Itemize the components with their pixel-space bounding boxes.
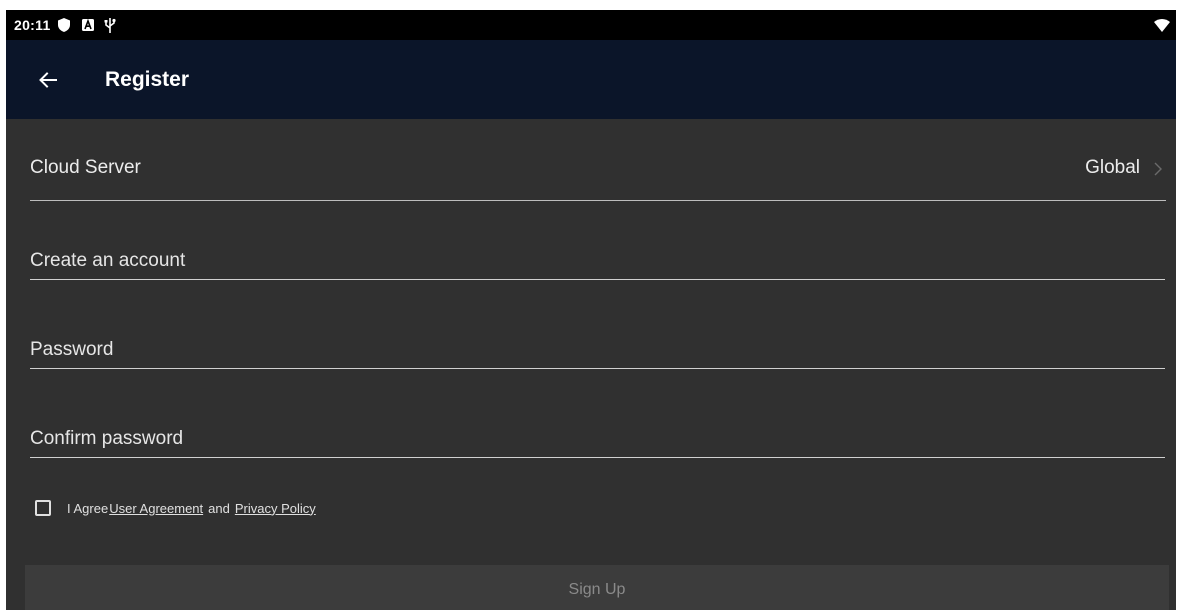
user-agreement-link[interactable]: User Agreement	[109, 501, 203, 516]
confirm-password-input[interactable]	[30, 421, 1165, 458]
app-bar: Register	[6, 40, 1176, 119]
usb-icon	[104, 17, 116, 33]
back-button[interactable]	[34, 66, 62, 94]
cloud-server-value: Global	[1085, 157, 1140, 178]
status-bar: 20:11	[6, 10, 1176, 40]
status-time: 20:11	[14, 17, 51, 33]
password-input[interactable]	[30, 332, 1165, 369]
cloud-server-row[interactable]: Cloud Server Global	[30, 150, 1166, 201]
cloud-server-label: Cloud Server	[30, 157, 141, 178]
agreement-conjunction: and	[208, 500, 230, 516]
account-input[interactable]	[30, 243, 1165, 280]
sign-up-button[interactable]: Sign Up	[25, 565, 1169, 610]
agreement-checkbox[interactable]	[35, 500, 51, 516]
arrow-left-icon	[39, 72, 57, 88]
agreement-row: I Agree User Agreement and Privacy Polic…	[35, 497, 321, 519]
a-badge-icon	[82, 17, 94, 33]
shield-icon	[58, 17, 70, 33]
wifi-icon	[1154, 17, 1170, 33]
agreement-prefix: I Agree	[67, 500, 109, 516]
privacy-policy-link[interactable]: Privacy Policy	[235, 501, 316, 516]
chevron-right-icon	[1154, 162, 1162, 176]
page-title: Register	[105, 68, 190, 91]
register-screen: 20:11 Register Cloud Server Global Creat…	[6, 10, 1176, 610]
